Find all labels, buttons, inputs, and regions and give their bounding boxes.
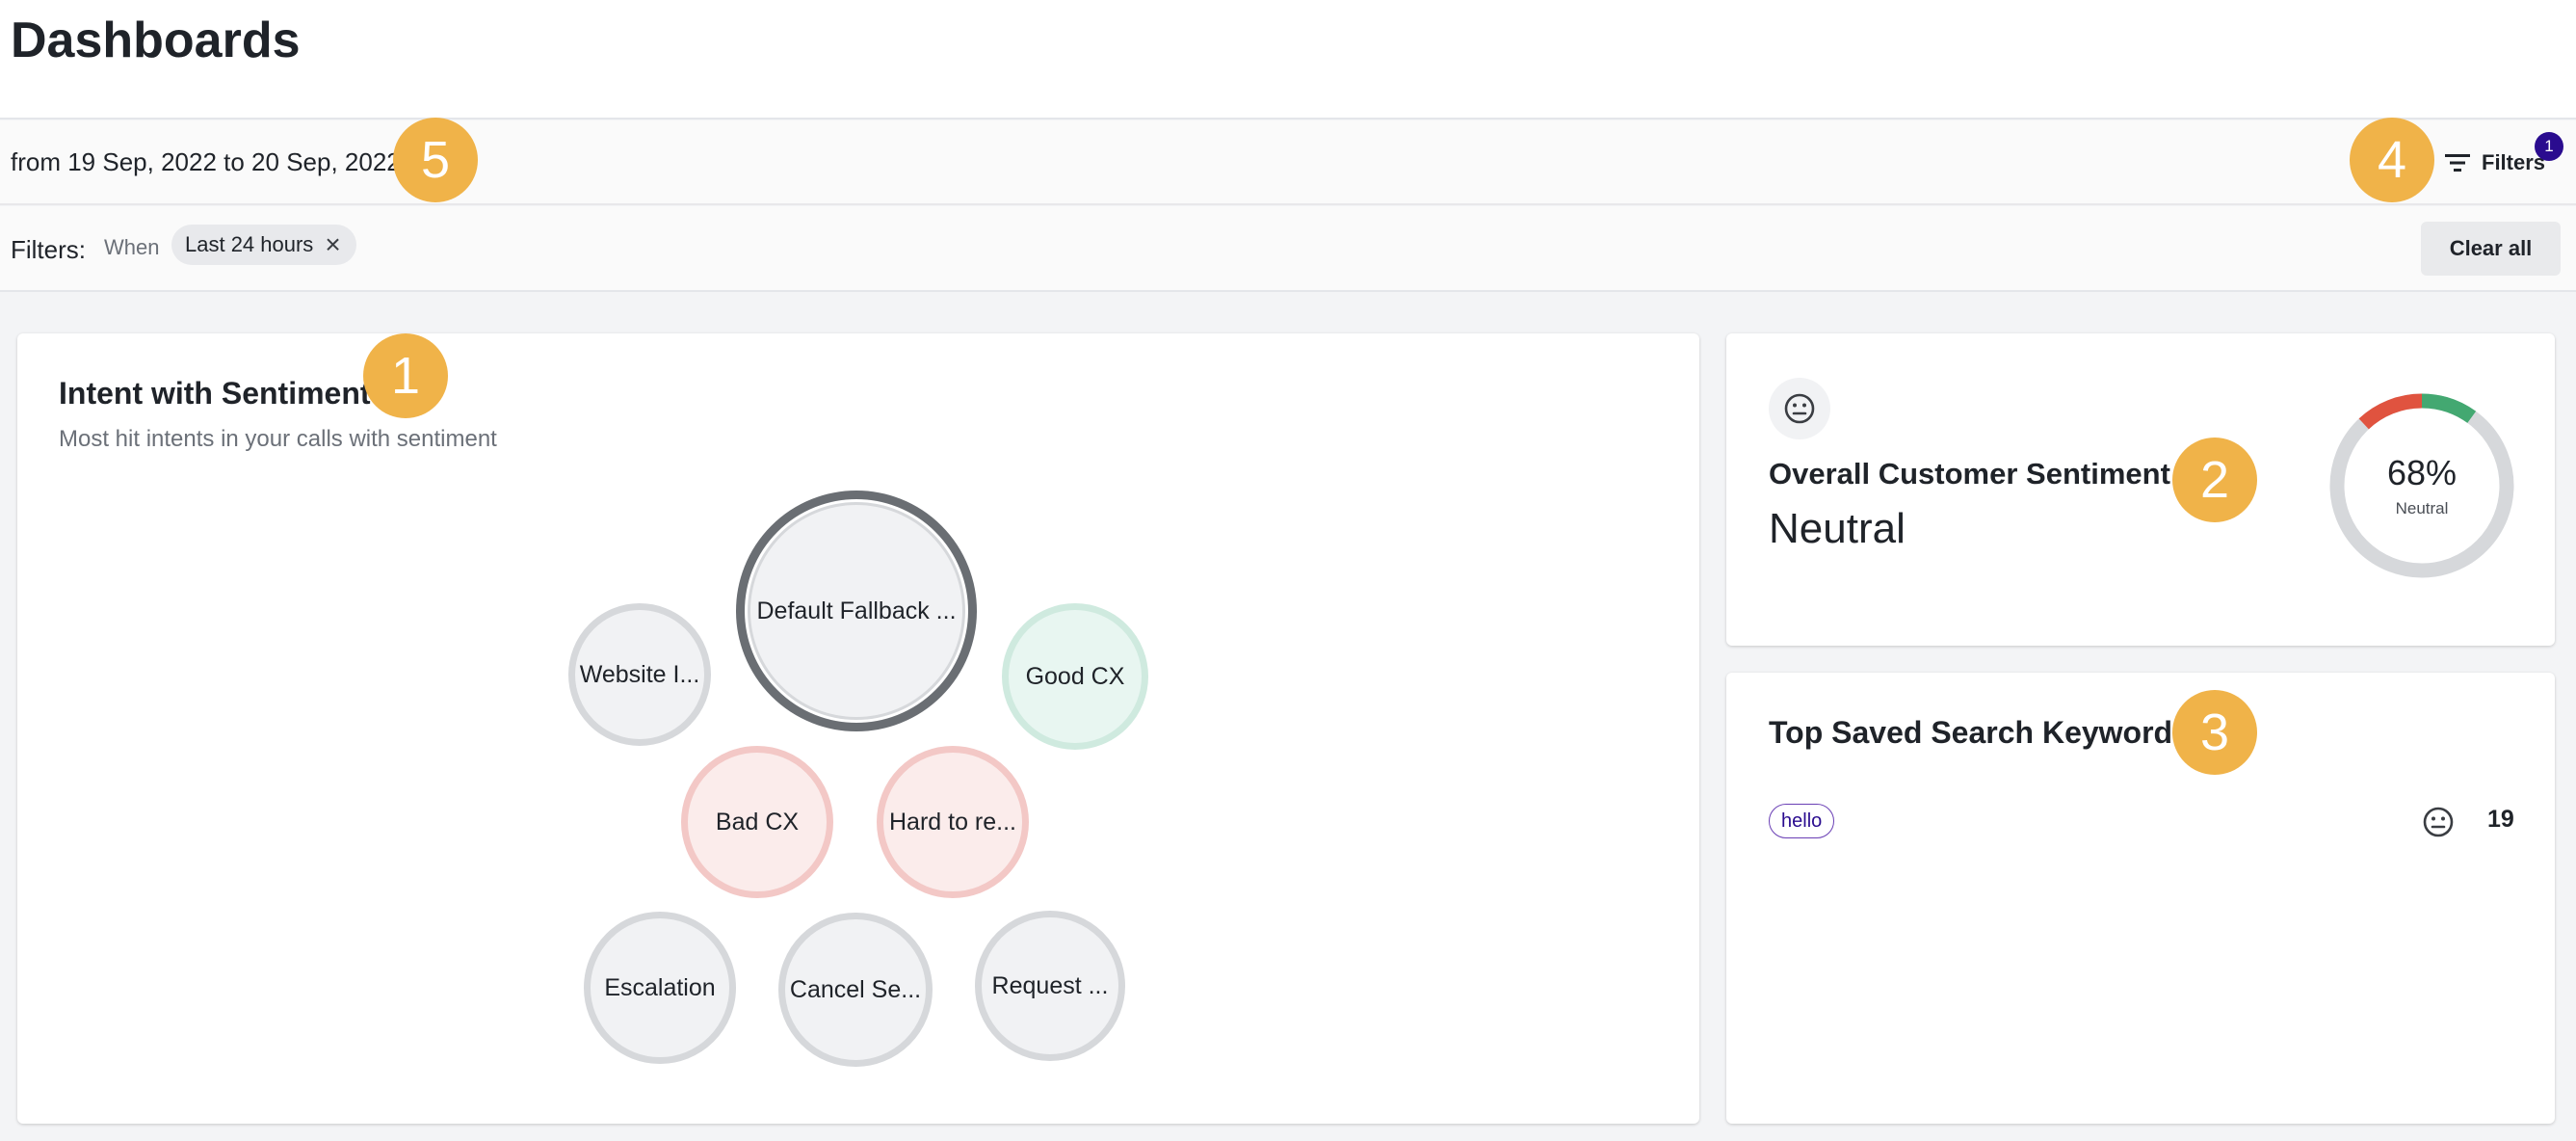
filter-icon: [2445, 154, 2470, 172]
intent-bubble[interactable]: Cancel Se...: [778, 913, 933, 1067]
sentiment-icon-container: [1769, 378, 1830, 439]
intent-bubble[interactable]: Request ...: [975, 911, 1125, 1061]
callout-marker: 2: [2172, 438, 2257, 522]
page-title: Dashboards: [11, 13, 301, 68]
intent-bubble-label: Request ...: [991, 971, 1109, 999]
intent-card-title: Intent with Sentiment: [59, 376, 371, 411]
intent-bubble-label: Default Fallback ...: [756, 597, 957, 624]
intent-bubble[interactable]: Hard to re...: [877, 746, 1029, 898]
keywords-card-title: Top Saved Search Keywords: [1769, 715, 2190, 750]
intent-bubble[interactable]: Good CX: [1002, 603, 1148, 750]
overall-sentiment-card: Overall Customer Sentiment Neutral 68% N…: [1726, 333, 2555, 646]
intent-bubble-label: Good CX: [1025, 662, 1125, 690]
filters-button-label: Filters: [2482, 150, 2546, 174]
overall-sentiment-title: Overall Customer Sentiment: [1769, 457, 2170, 491]
keyword-chip[interactable]: hello: [1769, 804, 1835, 838]
gauge-negative-arc: [2358, 393, 2423, 430]
callout-marker: 3: [2172, 690, 2257, 775]
neutral-face-icon: [2423, 807, 2454, 837]
filters-label: Filters:: [11, 235, 86, 264]
filters-count-badge: 1: [2535, 132, 2563, 161]
filter-chip-when: Last 24 hours ×: [171, 225, 356, 265]
intent-bubble[interactable]: Escalation: [584, 912, 736, 1064]
callout-marker: 4: [2350, 118, 2434, 202]
when-label: When: [104, 235, 160, 259]
clear-all-button[interactable]: Clear all: [2421, 222, 2561, 276]
intent-card-subtitle: Most hit intents in your calls with sent…: [59, 426, 497, 452]
gauge-label: Neutral: [2395, 499, 2449, 517]
filters-button[interactable]: Filters: [2443, 144, 2545, 182]
remove-filter-icon[interactable]: ×: [325, 231, 340, 258]
page-header: Dashboards: [0, 0, 2576, 119]
overall-sentiment-value: Neutral: [1769, 505, 1906, 552]
intent-sentiment-card: Intent with Sentiment Most hit intents i…: [17, 333, 1699, 1124]
gauge-percent: 68%: [2386, 453, 2458, 492]
callout-marker: 5: [393, 118, 478, 202]
intent-bubble[interactable]: Default Fallback ...: [736, 491, 977, 731]
intent-bubble-label: Website I...: [579, 660, 700, 688]
active-filters-bar: Filters: When Last 24 hours × Clear all: [0, 206, 2576, 292]
date-range-bar: from 19 Sep, 2022 to 20 Sep, 2022 Filter…: [0, 120, 2576, 205]
intent-bubble-label: Cancel Se...: [789, 975, 922, 1003]
intent-bubble[interactable]: Bad CX: [681, 746, 833, 898]
gauge-positive-arc: [2421, 393, 2477, 424]
top-keywords-card: Top Saved Search Keywords hello 19: [1726, 673, 2555, 1124]
neutral-face-icon: [1784, 393, 1815, 424]
intent-bubble[interactable]: Website I...: [568, 603, 711, 746]
intent-bubble-label: Escalation: [604, 973, 716, 1001]
intent-bubble-label: Hard to re...: [889, 808, 1016, 836]
filter-chip-label: Last 24 hours: [185, 232, 314, 256]
callout-marker: 1: [363, 333, 448, 418]
intent-bubble-label: Bad CX: [715, 808, 800, 836]
date-range-text: from 19 Sep, 2022 to 20 Sep, 2022: [11, 147, 401, 176]
keyword-count: 19: [2487, 806, 2514, 833]
